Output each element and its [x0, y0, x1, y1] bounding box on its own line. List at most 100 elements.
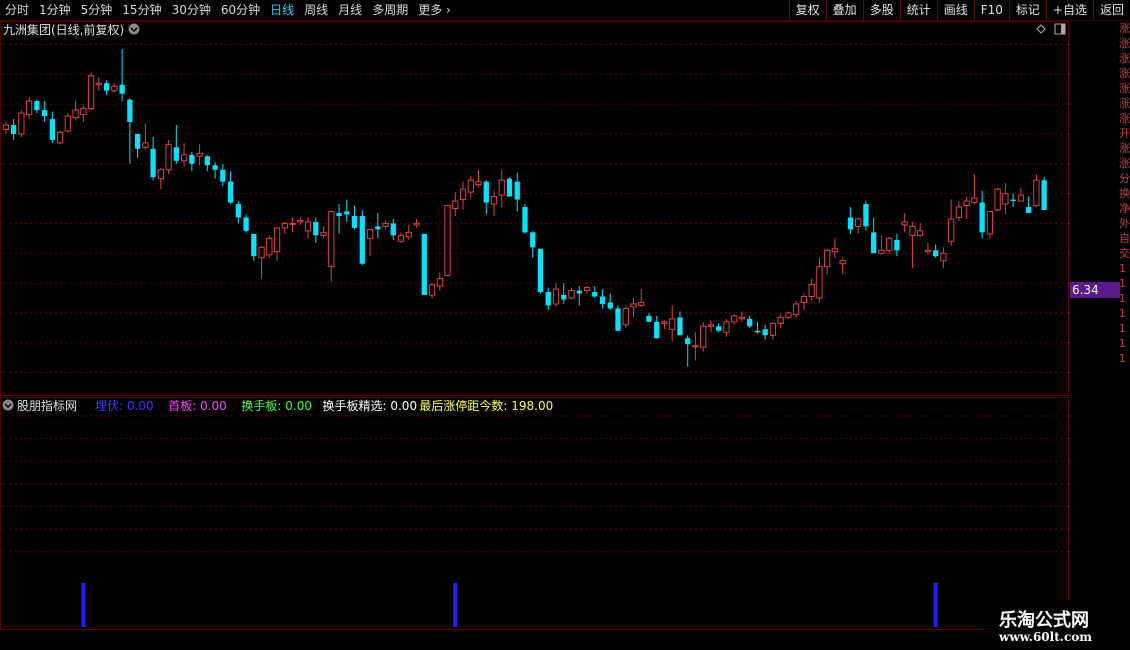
- toolbar-button-0[interactable]: 复权: [788, 0, 826, 20]
- candle: [359, 210, 365, 266]
- right-strip-char: 净: [1119, 202, 1130, 215]
- right-strip-char: 涨: [1119, 82, 1130, 95]
- right-strip-char: 交: [1119, 247, 1130, 260]
- tab-8[interactable]: 月线: [333, 0, 367, 20]
- candle: [196, 144, 203, 166]
- right-strip-char: 1: [1119, 322, 1126, 335]
- candle: [769, 322, 777, 340]
- tab-4[interactable]: 30分钟: [167, 0, 216, 20]
- tab-5[interactable]: 60分钟: [216, 0, 265, 20]
- watermark-url: www.60lt.com: [999, 630, 1092, 644]
- candle: [754, 321, 761, 334]
- candle: [901, 212, 908, 233]
- candle: [150, 136, 156, 181]
- toolbar-button-6[interactable]: 标记: [1008, 0, 1046, 20]
- indicator-item: 最后涨停距今数: 198.00: [419, 398, 553, 413]
- candle: [157, 168, 164, 190]
- candle: [459, 181, 467, 210]
- right-strip-char: 涨: [1119, 52, 1130, 65]
- indicator-item: 首板: 0.00: [168, 399, 227, 413]
- candle: [723, 318, 730, 337]
- candle: [180, 142, 188, 167]
- tab-2[interactable]: 5分钟: [76, 0, 118, 20]
- tab-6[interactable]: 日线: [265, 0, 299, 20]
- toolbar-button-5[interactable]: F10: [973, 0, 1009, 20]
- candle: [979, 190, 985, 239]
- watermark: 乐淘公式网 www.60lt.com: [985, 601, 1130, 650]
- candle: [568, 287, 575, 300]
- indicator-dropdown-icon[interactable]: [2, 399, 14, 411]
- right-strip-char: 自: [1119, 232, 1130, 245]
- candle: [816, 257, 823, 303]
- tab-3[interactable]: 15分钟: [117, 0, 166, 20]
- candle: [747, 315, 753, 328]
- candle: [839, 257, 846, 275]
- period-tabs: 分时 1分钟 5分钟 15分钟 30分钟 60分钟 日线 周线 月线 多周期 更多 ›: [0, 0, 456, 20]
- tab-1[interactable]: 1分钟: [34, 0, 76, 20]
- candle: [583, 286, 591, 294]
- toolbar-button-4[interactable]: 画线: [936, 0, 974, 20]
- candle: [320, 226, 327, 239]
- candle: [1010, 193, 1016, 208]
- candle: [561, 283, 567, 304]
- candle: [700, 321, 707, 352]
- candle: [273, 227, 281, 261]
- candle: [824, 248, 831, 275]
- candle: [630, 297, 637, 318]
- panel-toggle-fill: [1061, 24, 1065, 34]
- right-strip-char: 1: [1119, 292, 1126, 305]
- right-strip-char: 涨: [1119, 37, 1130, 50]
- toolbar-right-buttons: 复权 叠加 多股 统计 画线 F10 标记 +自选 返回: [788, 0, 1130, 20]
- candle: [552, 283, 560, 307]
- candle: [498, 169, 505, 208]
- indicator-header: 股朋指标网 埋伏: 0.00 首板: 0.00 换手板: 0.00 换手板精选: 0.…: [2, 398, 553, 413]
- right-strip-char: 1: [1119, 277, 1126, 290]
- candle: [731, 314, 738, 325]
- right-strip-char: 涨: [1119, 22, 1130, 35]
- diamond-icon[interactable]: [1036, 24, 1046, 34]
- candle: [189, 151, 195, 172]
- candle: [444, 205, 451, 277]
- candle: [592, 286, 598, 298]
- candle: [258, 245, 265, 279]
- candle: [289, 217, 296, 233]
- title-dropdown-icon[interactable]: [128, 23, 140, 35]
- toolbar-button-2[interactable]: 多股: [862, 0, 900, 20]
- tab-7[interactable]: 周线: [299, 0, 333, 20]
- candle: [615, 305, 621, 331]
- toolbar-button-3[interactable]: 统计: [899, 0, 937, 20]
- signal-bar: [81, 583, 86, 627]
- indicator-name: 股朋指标网: [17, 398, 77, 413]
- candle: [638, 289, 645, 307]
- tab-10[interactable]: 更多 ›: [413, 0, 456, 20]
- right-strip-char: 涨: [1119, 157, 1130, 170]
- candle: [80, 105, 87, 123]
- candle: [1041, 177, 1047, 210]
- candle: [397, 232, 405, 243]
- toolbar-button-7[interactable]: +自选: [1045, 0, 1093, 20]
- candle: [266, 235, 273, 258]
- candle: [886, 236, 893, 254]
- watermark-title: 乐淘公式网: [999, 610, 1089, 631]
- candle: [599, 289, 606, 309]
- candle: [95, 77, 102, 91]
- candle: [1017, 187, 1025, 202]
- tab-9[interactable]: 多周期: [367, 0, 413, 20]
- right-strip-char: 涨: [1119, 112, 1130, 125]
- candle: [933, 244, 939, 258]
- indicator-panel-frame: [0, 397, 1069, 630]
- chart-area[interactable]: 8.007.807.607.407.207.006.806.606.406.20…: [0, 21, 1116, 646]
- toolbar-button-1[interactable]: 叠加: [825, 0, 863, 20]
- candle: [56, 130, 64, 145]
- candle: [428, 283, 436, 298]
- candle: [10, 119, 17, 140]
- candle: [1033, 174, 1040, 208]
- candle: [72, 101, 79, 121]
- candle: [622, 305, 629, 328]
- kline-chart-svg[interactable]: 8.007.807.607.407.207.006.806.606.406.20…: [0, 21, 1116, 646]
- toolbar-button-8[interactable]: 返回: [1092, 0, 1130, 20]
- candle: [646, 312, 652, 322]
- candle: [847, 207, 854, 234]
- candle: [173, 124, 179, 164]
- tab-0[interactable]: 分时: [0, 0, 34, 20]
